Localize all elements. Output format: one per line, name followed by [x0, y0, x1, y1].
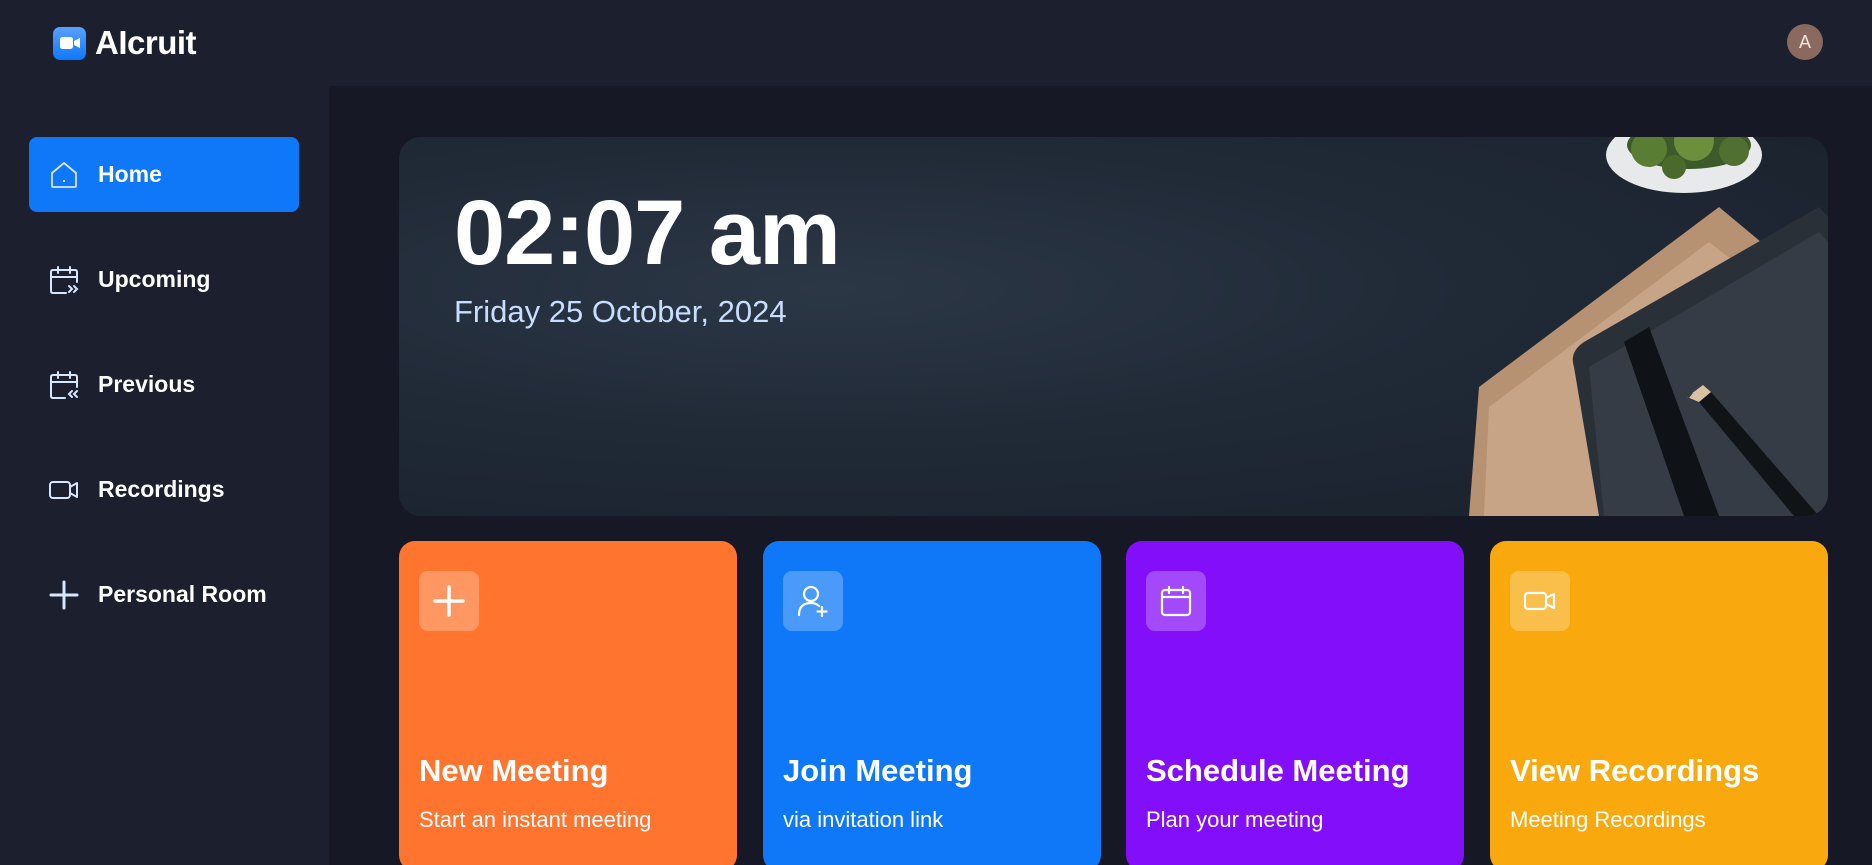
- current-time: 02:07 am: [454, 182, 841, 284]
- card-subtitle: Meeting Recordings: [1510, 807, 1706, 832]
- sidebar-item-label: Recordings: [98, 476, 225, 502]
- card-title: View Recordings: [1510, 753, 1760, 788]
- video-icon: [48, 474, 80, 506]
- card-subtitle: via invitation link: [783, 807, 944, 832]
- user-add-icon: [783, 571, 843, 631]
- sidebar-item-recordings[interactable]: Recordings: [29, 452, 299, 527]
- view-recordings-card[interactable]: View Recordings Meeting Recordings: [1490, 541, 1828, 865]
- new-meeting-card[interactable]: New Meeting Start an instant meeting: [399, 541, 737, 865]
- hero-banner: 02:07 am Friday 25 October, 2024: [399, 137, 1828, 516]
- sidebar: Home Upcoming Previous Recordings Person…: [0, 86, 329, 865]
- top-navbar: AIcruit A: [0, 0, 1872, 86]
- desk-illustration: [1469, 137, 1828, 516]
- sidebar-item-personal-room[interactable]: Personal Room: [29, 557, 299, 632]
- plus-icon: [48, 579, 80, 611]
- card-subtitle: Start an instant meeting: [419, 807, 652, 832]
- sidebar-item-home[interactable]: Home: [29, 137, 299, 212]
- card-subtitle: Plan your meeting: [1146, 807, 1324, 832]
- user-avatar-button[interactable]: A: [1787, 24, 1823, 60]
- card-title: Join Meeting: [783, 753, 973, 788]
- calendar-forward-icon: [48, 264, 80, 296]
- video-icon: [1510, 571, 1570, 631]
- card-title: Schedule Meeting: [1146, 753, 1410, 788]
- calendar-icon: [1146, 571, 1206, 631]
- sidebar-item-label: Previous: [98, 371, 196, 397]
- avatar-initial: A: [1798, 31, 1811, 52]
- home-icon: [48, 159, 80, 191]
- current-date: Friday 25 October, 2024: [454, 294, 787, 329]
- plus-icon: [419, 571, 479, 631]
- brand-name: AIcruit: [95, 24, 197, 61]
- sidebar-item-label: Upcoming: [98, 266, 211, 292]
- brand-link[interactable]: AIcruit: [53, 24, 197, 62]
- card-title: New Meeting: [419, 753, 609, 788]
- schedule-meeting-card[interactable]: Schedule Meeting Plan your meeting: [1126, 541, 1464, 865]
- sidebar-item-label: Personal Room: [98, 581, 267, 607]
- logo-icon: [53, 26, 86, 60]
- join-meeting-card[interactable]: Join Meeting via invitation link: [763, 541, 1101, 865]
- sidebar-item-upcoming[interactable]: Upcoming: [29, 242, 299, 317]
- sidebar-item-previous[interactable]: Previous: [29, 347, 299, 422]
- calendar-back-icon: [48, 369, 80, 401]
- sidebar-item-label: Home: [98, 161, 162, 187]
